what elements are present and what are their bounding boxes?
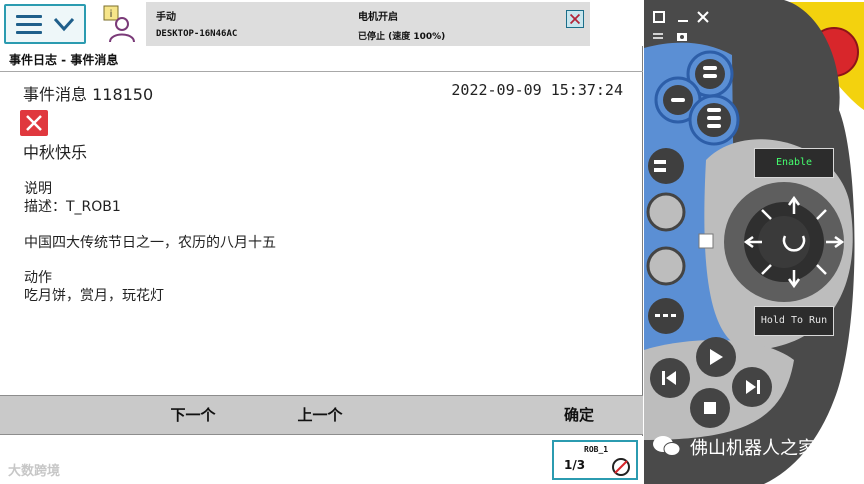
fraction-numerator: 1 <box>564 458 573 472</box>
operation-mode: 手动 <box>156 12 176 23</box>
speed-fraction: 1/3 <box>564 458 586 472</box>
window-controls <box>650 8 712 42</box>
page-title: 事件日志 - 事件消息 <box>9 53 119 67</box>
action-header: 动作 <box>24 270 52 286</box>
minimize-icon[interactable] <box>676 10 690 24</box>
program-state: 已停止 (速度 100%) <box>358 32 446 42</box>
svg-text:i: i <box>110 9 113 20</box>
restore-icon[interactable] <box>652 10 666 24</box>
close-window-icon[interactable] <box>696 10 710 24</box>
enable-button[interactable]: Enable <box>754 148 834 178</box>
description-detail: 中国四大传统节日之一，农历的八月十五 <box>24 235 276 251</box>
task-bar: 大数跨境 ROB_1 1/3 <box>0 436 643 484</box>
description-text: 描述：T_ROB1 <box>24 199 121 215</box>
message-heading: 中秋快乐 <box>23 143 88 162</box>
top-bar: i 手动 DESKTOP-16N46AC 电机开启 已停止 (速度 100%) <box>0 0 643 46</box>
ok-button[interactable]: 确定 <box>536 396 622 434</box>
description-header: 说明 <box>24 181 52 197</box>
quickset-button[interactable]: ROB_1 1/3 <box>552 440 638 480</box>
next-button[interactable]: 下一个 <box>150 396 236 434</box>
status-area: 手动 DESKTOP-16N46AC 电机开启 已停止 (速度 100%) <box>146 2 590 46</box>
watermark: 大数跨境 <box>8 464 61 479</box>
controller-name: DESKTOP-16N46AC <box>156 29 238 39</box>
previous-button[interactable]: 上一个 <box>277 396 363 434</box>
menu-icon <box>16 15 42 35</box>
virtual-flexpendant: Enable Hold To Run 佛山机器人之家 <box>644 0 864 484</box>
robot-label: ROB_1 <box>584 445 609 454</box>
motor-state: 电机开启 <box>358 12 398 23</box>
abb-menu-button[interactable] <box>4 4 86 44</box>
message-timestamp: 2022-09-09 15:37:24 <box>451 81 623 99</box>
flexpendant-screen: i 手动 DESKTOP-16N46AC 电机开启 已停止 (速度 100%) … <box>0 0 643 484</box>
stop-run-icon <box>612 458 630 476</box>
chevron-down-icon <box>53 17 75 32</box>
flexpendant-body <box>644 0 864 484</box>
error-icon <box>20 110 48 136</box>
hold-to-run-button[interactable]: Hold To Run <box>754 306 834 336</box>
event-log-icon[interactable]: i <box>96 4 138 44</box>
fraction-denominator: 3 <box>576 458 586 472</box>
message-title: 事件消息 118150 <box>23 85 154 104</box>
rotate-icon[interactable] <box>652 30 664 42</box>
breadcrumb: 事件日志 - 事件消息 <box>0 46 643 72</box>
event-message-panel: 事件消息 118150 2022-09-09 15:37:24 中秋快乐 说明 … <box>0 73 643 395</box>
camera-icon[interactable] <box>676 30 688 42</box>
watermark-text: 佛山机器人之家 <box>690 438 816 459</box>
command-bar: 下一个 上一个 确定 <box>0 395 643 435</box>
close-icon[interactable] <box>566 10 584 28</box>
action-text: 吃月饼，赏月，玩花灯 <box>24 288 164 304</box>
wechat-icon <box>653 436 681 456</box>
